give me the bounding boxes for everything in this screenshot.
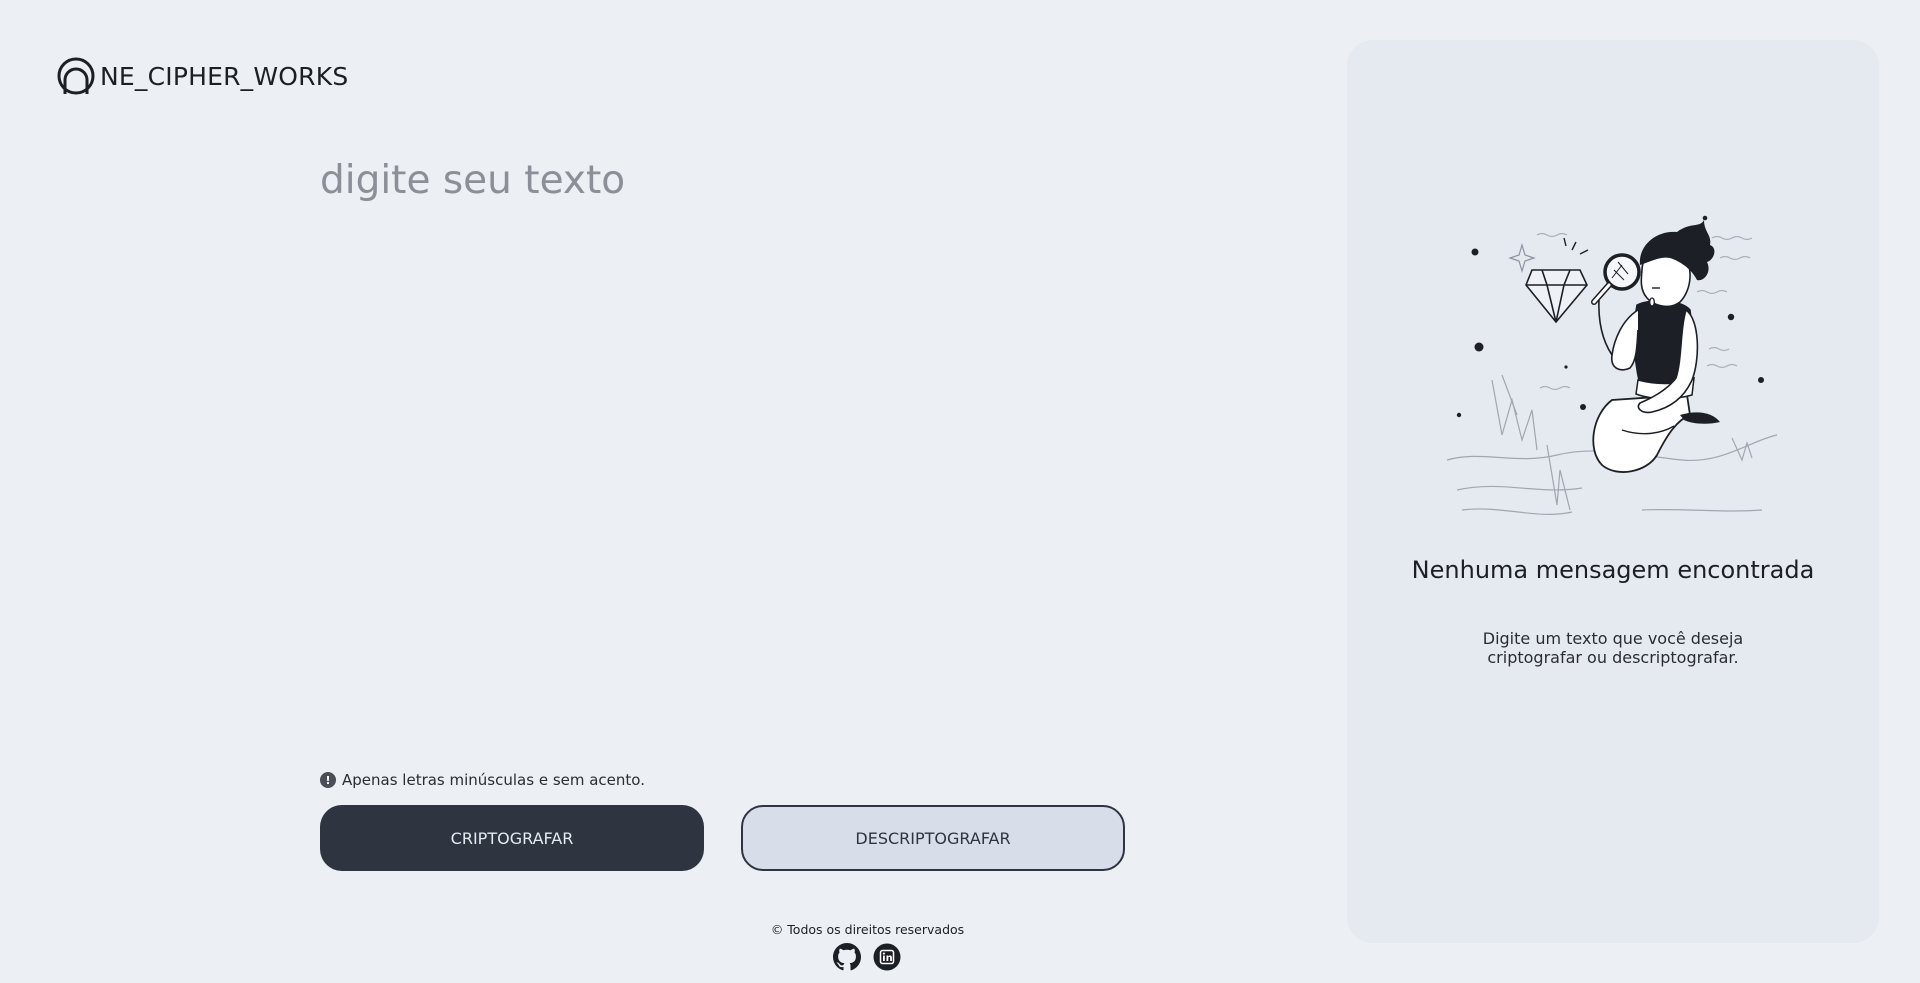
hint-text: Apenas letras minúsculas e sem acento. (342, 771, 645, 789)
empty-state-subtitle: Digite um texto que você deseja criptogr… (1482, 629, 1744, 667)
result-panel: Nenhuma mensagem encontrada Digite um te… (1347, 40, 1879, 943)
empty-state-title: Nenhuma mensagem encontrada (1411, 556, 1815, 584)
github-icon[interactable] (833, 943, 861, 971)
decrypt-button[interactable]: DESCRIPTOGRAFAR (741, 805, 1125, 871)
brand-logo: NE_CIPHER_WORKS (56, 56, 348, 96)
ring-logo-icon (57, 57, 95, 95)
linkedin-icon[interactable] (873, 943, 901, 971)
brand-name: NE_CIPHER_WORKS (100, 61, 349, 91)
input-hint: ! Apenas letras minúsculas e sem acento. (320, 771, 645, 789)
encrypt-button[interactable]: CRIPTOGRAFAR (320, 805, 704, 871)
person-with-magnifying-glass-illustration (1446, 215, 1778, 515)
message-input[interactable] (320, 158, 1120, 738)
exclamation-circle-icon: ! (320, 772, 336, 788)
